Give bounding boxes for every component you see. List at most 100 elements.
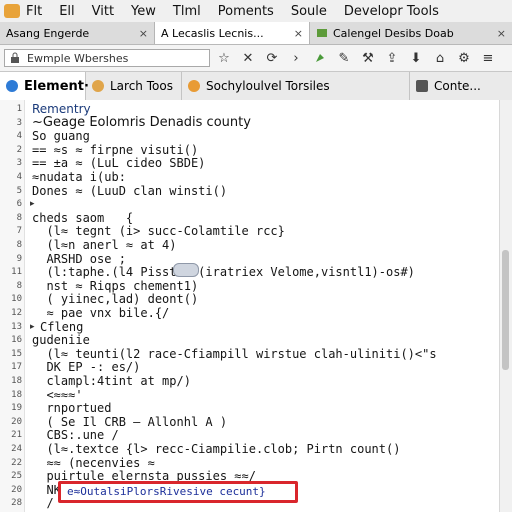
browser-tab-2[interactable]: A Lecaslis Lecnis... × bbox=[155, 22, 310, 44]
tab-label: Calengel Desibs Doab bbox=[333, 26, 454, 40]
devtools-tab-elements[interactable]: Element· bbox=[0, 72, 89, 100]
code-line[interactable]: 21 CBS:.une / bbox=[0, 428, 498, 442]
code-line[interactable]: 7 (l≈ tegnt (i> succ-Colamtile rcc} bbox=[0, 224, 498, 238]
highlighted-code-text: e≈OutalsiPlorsRivesive cecunt} bbox=[67, 485, 266, 498]
line-number: 7 bbox=[16, 226, 22, 237]
menu-tools[interactable]: Tlml bbox=[173, 4, 201, 19]
devtools-tab-3[interactable]: Sochyloulvel Torsiles bbox=[182, 72, 410, 100]
reload-icon[interactable]: ⟳ bbox=[262, 48, 282, 68]
line-number: 10 bbox=[11, 294, 22, 305]
highlighted-code-selection[interactable]: e≈OutalsiPlorsRivesive cecunt} bbox=[58, 481, 298, 503]
code-editor[interactable]: 1 Rementry 3 ~Geage Eolomris Denadis county… bbox=[0, 100, 512, 512]
line-number: 4 bbox=[16, 131, 22, 142]
page-icon bbox=[317, 29, 327, 37]
code-line[interactable]: 4 ≈nudata i(ub: bbox=[0, 170, 498, 184]
expand-arrow-icon[interactable]: ▸ bbox=[30, 199, 40, 209]
menu-history[interactable]: Yew bbox=[131, 4, 156, 19]
close-icon[interactable]: × bbox=[288, 27, 303, 40]
devtools-tab-4[interactable]: Conte... bbox=[410, 72, 512, 100]
code-line[interactable]: 5 Dones ≈ (LuuD clan winsti() bbox=[0, 184, 498, 198]
code-text: ARSHD ose ; bbox=[32, 251, 126, 266]
code-line[interactable]: 24 (l≈.textce {l> recc-Ciampilie.clob; P… bbox=[0, 442, 498, 456]
code-line[interactable]: 3 == ±a ≈ (LuL cideo SBDE) bbox=[0, 156, 498, 170]
code-line[interactable]: 4 So guang bbox=[0, 129, 498, 143]
expand-arrow-icon[interactable]: ▸ bbox=[30, 322, 40, 332]
address-bar[interactable]: Ewmple Wbershes bbox=[4, 49, 210, 67]
code-line[interactable]: 18 <≈≈≈' bbox=[0, 388, 498, 402]
code-line[interactable]: 8 (l≈n anerl ≈ at 4) bbox=[0, 238, 498, 252]
code-text: (l≈n anerl ≈ at 4) bbox=[32, 238, 177, 252]
line-number: 28 bbox=[11, 498, 22, 509]
code-text: ~Geage Eolomris Denadis county bbox=[32, 115, 251, 131]
scrollbar-thumb[interactable] bbox=[502, 250, 509, 370]
menu-file[interactable]: Flt bbox=[26, 4, 42, 19]
devtools-tab-bar: Element· Larch Toos Sochyloulvel Torsile… bbox=[0, 72, 512, 101]
menu-view[interactable]: Vitt bbox=[92, 4, 114, 19]
code-text: CBS:.une / bbox=[32, 428, 119, 443]
code-text: ( Se Il CRB — Allonhl A ) bbox=[32, 414, 228, 429]
code-line[interactable]: 8 nst ≈ Riqps chement1) bbox=[0, 279, 498, 293]
code-line[interactable]: 3 ~Geage Eolomris Denadis county bbox=[0, 115, 498, 131]
home-icon[interactable]: ⌂ bbox=[430, 48, 450, 68]
tab-label: Sochyloulvel Torsiles bbox=[206, 79, 330, 93]
inline-badge bbox=[173, 263, 199, 277]
code-line[interactable]: 13 ▸ Cfleng bbox=[0, 320, 498, 334]
code-text: ≈≈ (necenvies ≈ bbox=[32, 455, 155, 470]
code-line[interactable]: 1 Rementry bbox=[0, 102, 498, 116]
line-number: 9 bbox=[16, 253, 22, 264]
code-text: cheds saom { bbox=[32, 210, 134, 225]
code-line[interactable]: 17 DK EP -: es/) bbox=[0, 360, 498, 374]
close-icon[interactable]: × bbox=[133, 27, 148, 40]
line-number: 16 bbox=[11, 335, 22, 346]
menu-edit[interactable]: Ell bbox=[59, 4, 74, 19]
line-number: 17 bbox=[11, 362, 22, 373]
code-line[interactable]: 12 ≈ pae vnx bile.{/ bbox=[0, 306, 498, 320]
devtools-tab-2[interactable]: Larch Toos bbox=[86, 72, 182, 100]
line-number: 24 bbox=[11, 444, 22, 454]
edit-icon[interactable]: ✎ bbox=[334, 48, 354, 68]
code-line[interactable]: 9 ARSHD ose ; bbox=[0, 252, 498, 266]
code-line[interactable]: 20 ( Se Il CRB — Allonhl A ) bbox=[0, 415, 498, 429]
share-icon[interactable]: ⇪ bbox=[382, 48, 402, 68]
code-text: DK EP -: es/) bbox=[32, 360, 141, 375]
tools-icon[interactable]: ⚒ bbox=[358, 48, 378, 68]
code-line[interactable]: 2 == ≈s ≈ firpne visuti() bbox=[0, 143, 498, 157]
code-line[interactable]: 18 clampl:4tint at mp/) bbox=[0, 374, 498, 388]
vertical-scrollbar[interactable] bbox=[499, 100, 512, 512]
browser-toolbar: Ewmple Wbershes ☆ ✕ ⟳ › ✎ ⚒ ⇪ ⬇ ⌂ ⚙ ≡ bbox=[0, 45, 512, 72]
line-number: 2 bbox=[16, 144, 22, 155]
code-text: (l:taphe.(l4 Pisstos (iratriex Velome,vi… bbox=[32, 265, 415, 280]
bookmark-star-icon[interactable]: ☆ bbox=[214, 48, 234, 68]
browser-tab-1[interactable]: Asang Engerde × bbox=[0, 22, 155, 44]
code-line[interactable]: 22 ≈≈ (necenvies ≈ bbox=[0, 456, 498, 470]
code-line[interactable]: 19 rnportued bbox=[0, 401, 498, 415]
browser-tab-3[interactable]: Calengel Desibs Doab × bbox=[310, 22, 512, 44]
tab-label: Larch Toos bbox=[110, 79, 173, 93]
code-line[interactable]: 11 (l:taphe.(l4 Pisstos (iratriex Velome… bbox=[0, 265, 498, 279]
downloads-icon[interactable]: ⬇ bbox=[406, 48, 426, 68]
menu-source[interactable]: Soule bbox=[291, 4, 327, 19]
code-line[interactable]: 15 (l≈ teunti(l2 race-Cfiampill wirstue … bbox=[0, 347, 498, 361]
menu-icon[interactable]: ≡ bbox=[478, 48, 498, 68]
close-icon[interactable]: × bbox=[491, 27, 506, 40]
settings-icon[interactable]: ⚙ bbox=[454, 48, 474, 68]
code-line[interactable]: 10 ( yiinec,lad) deont() bbox=[0, 292, 498, 306]
forward-icon[interactable]: › bbox=[286, 48, 306, 68]
code-text: ≈nudata i(ub: bbox=[32, 170, 126, 184]
line-number: 21 bbox=[11, 430, 22, 441]
inspector-icon bbox=[6, 80, 18, 92]
code-line[interactable]: 16 gudeniie bbox=[0, 333, 498, 347]
menu-developer-tools[interactable]: Developr Tools bbox=[344, 4, 439, 19]
code-text: (l≈ tegnt (i> succ-Colamtile rcc} bbox=[32, 224, 285, 239]
code-line[interactable]: 8 cheds saom { bbox=[0, 211, 498, 225]
code-line[interactable]: 6 ▸ bbox=[0, 197, 498, 211]
line-number: 3 bbox=[16, 117, 22, 128]
line-number: 19 bbox=[11, 403, 22, 414]
code-text: rnportued bbox=[32, 401, 112, 416]
line-number: 12 bbox=[11, 308, 22, 318]
stop-icon[interactable]: ✕ bbox=[238, 48, 258, 68]
code-text: gudeniie bbox=[32, 333, 90, 348]
menu-bookmarks[interactable]: Poments bbox=[218, 4, 274, 19]
menu-bar: Flt Ell Vitt Yew Tlml Poments Soule Deve… bbox=[0, 0, 512, 22]
extension-icon[interactable] bbox=[310, 48, 330, 68]
